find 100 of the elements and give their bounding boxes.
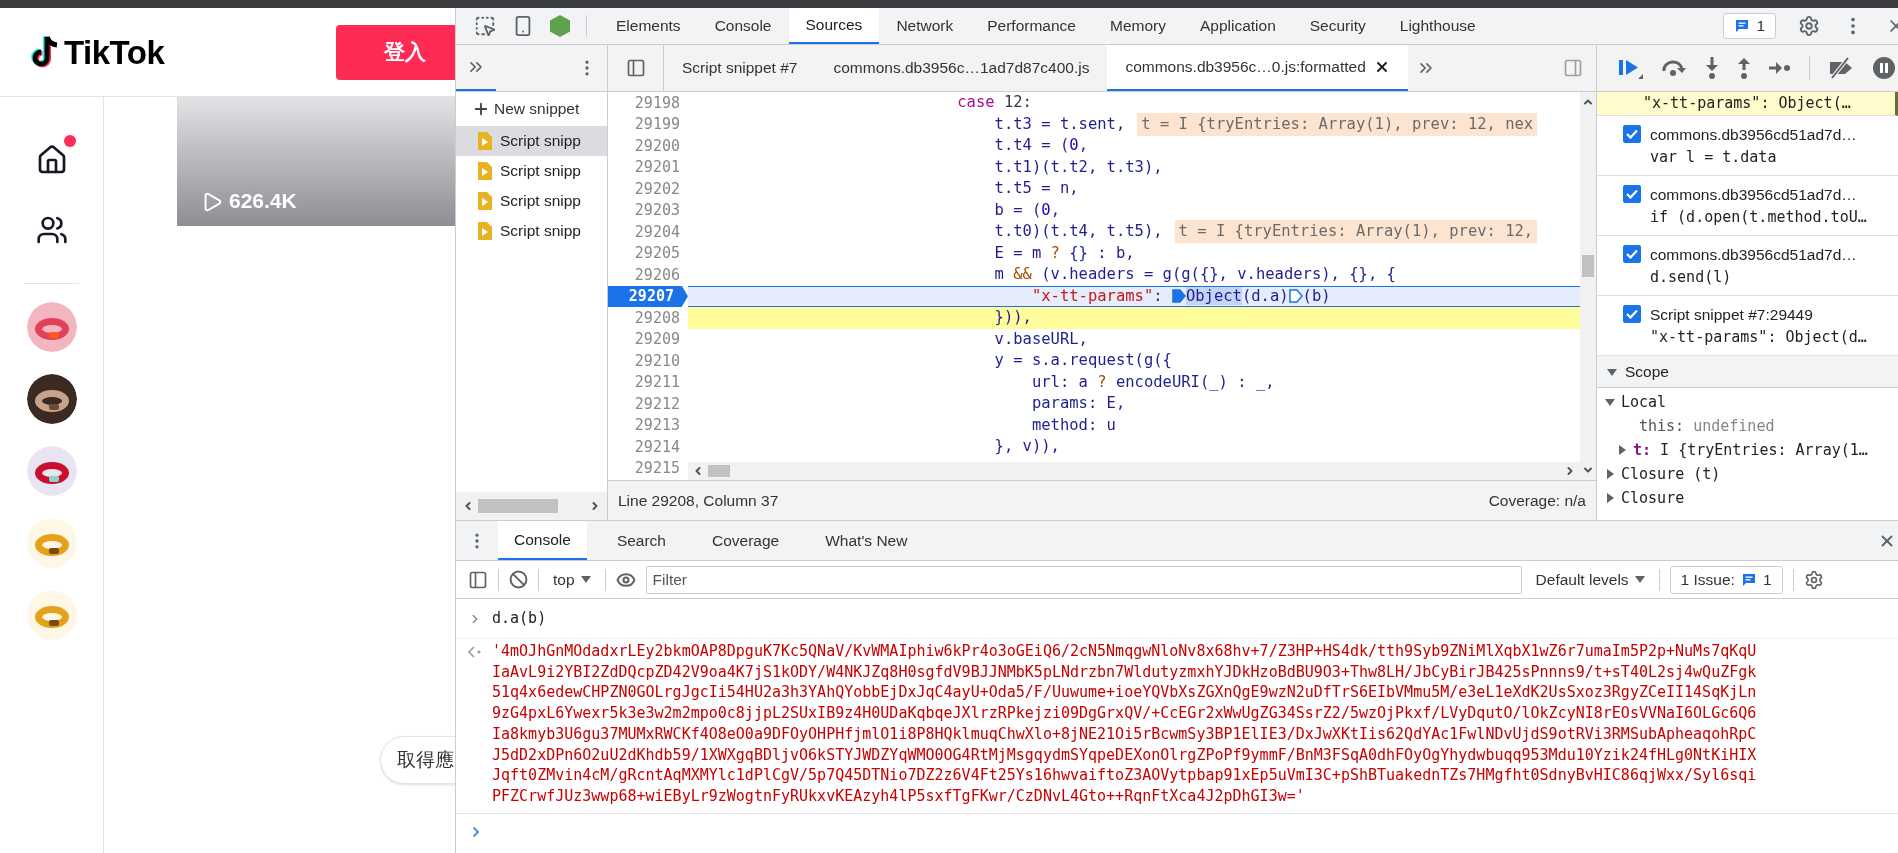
scrollbar-thumb[interactable] bbox=[1582, 255, 1594, 277]
devtools-tab[interactable]: Sources bbox=[788, 8, 880, 44]
breakpoint-line-number[interactable]: 29207 bbox=[608, 285, 688, 307]
snippet-item[interactable]: Script snipp bbox=[456, 156, 607, 186]
line-number[interactable]: 29212 bbox=[608, 392, 680, 415]
issue-icon bbox=[1740, 571, 1757, 588]
line-number[interactable]: 29205 bbox=[608, 242, 680, 265]
expand-triangle-icon[interactable] bbox=[1605, 397, 1615, 407]
scrollbar-thumb[interactable] bbox=[478, 499, 558, 513]
issues-button[interactable]: 1 bbox=[1723, 13, 1776, 39]
step-over-icon[interactable] bbox=[1661, 59, 1687, 77]
scrollbar-thumb[interactable] bbox=[708, 465, 730, 477]
context-dropdown[interactable]: top bbox=[549, 567, 595, 592]
file-tab[interactable]: Script snippet #7 bbox=[664, 45, 816, 91]
scope-variable[interactable]: this: undefined bbox=[1639, 414, 1775, 438]
breakpoint-checkbox[interactable] bbox=[1623, 305, 1641, 324]
new-snippet-button[interactable]: New snippet bbox=[456, 92, 607, 126]
devtools-tab[interactable]: Application bbox=[1182, 8, 1293, 44]
inline-breakpoint-icon[interactable] bbox=[1288, 288, 1303, 305]
scope-label[interactable]: Closure (t) bbox=[1621, 462, 1721, 486]
breakpoint-file: commons.db3956cd51ad7d… bbox=[1650, 124, 1857, 145]
issue-icon bbox=[1734, 18, 1751, 34]
code-text: }, v)), bbox=[993, 436, 1060, 458]
drawer-tab[interactable]: Coverage bbox=[696, 521, 796, 560]
code-text: t.t5 = n, bbox=[993, 178, 1079, 200]
line-number[interactable]: 29198 bbox=[608, 92, 680, 114]
line-number[interactable]: 29199 bbox=[608, 113, 680, 136]
clear-console-icon[interactable] bbox=[509, 570, 528, 589]
collapse-triangle-icon[interactable] bbox=[1605, 469, 1615, 479]
breakpoint-checkbox[interactable] bbox=[1623, 125, 1641, 144]
drawer-tab[interactable]: Console bbox=[498, 521, 587, 560]
step-icon[interactable] bbox=[1769, 61, 1791, 75]
snippet-file-icon bbox=[478, 132, 492, 150]
breakpoint-checkbox[interactable] bbox=[1623, 185, 1641, 204]
inspect-icon[interactable] bbox=[474, 15, 496, 37]
drawer-tab[interactable]: What's New bbox=[809, 521, 924, 560]
line-number[interactable]: 29204 bbox=[608, 220, 680, 243]
hexagon-icon[interactable] bbox=[550, 15, 570, 37]
snippet-file-icon bbox=[478, 192, 492, 210]
line-number[interactable]: 29201 bbox=[608, 156, 680, 179]
step-out-icon[interactable] bbox=[1737, 57, 1751, 79]
toggle-navigator-icon[interactable] bbox=[625, 58, 646, 78]
collapse-triangle-icon[interactable] bbox=[1617, 445, 1627, 455]
devtools-tab[interactable]: Elements bbox=[599, 8, 698, 44]
devtools-tab[interactable]: Performance bbox=[970, 8, 1093, 44]
code-text: (b) bbox=[1302, 285, 1331, 307]
code-text: params: E, bbox=[1030, 393, 1126, 415]
drawer-tab[interactable]: Search bbox=[600, 521, 682, 560]
settings-icon[interactable] bbox=[1798, 15, 1820, 37]
pause-icon[interactable] bbox=[1872, 56, 1896, 80]
scope-variable[interactable]: t: I {tryEntries: Array(1… bbox=[1633, 438, 1868, 462]
devtools-tab[interactable]: Network bbox=[879, 8, 971, 44]
line-number[interactable]: 29213 bbox=[608, 414, 680, 437]
devtools-tab[interactable]: Security bbox=[1292, 8, 1383, 44]
collapse-triangle-icon[interactable] bbox=[1605, 493, 1615, 503]
settings-icon[interactable] bbox=[1803, 569, 1824, 590]
line-number[interactable]: 29200 bbox=[608, 134, 680, 157]
scope-label[interactable]: Closure bbox=[1621, 486, 1685, 510]
file-tab[interactable]: commons.db3956c…0.js:formatted bbox=[1107, 45, 1408, 91]
line-number[interactable]: 29202 bbox=[608, 177, 680, 200]
code-text: m && (v.headers = g(g({}, v.headers), {}, { bbox=[993, 264, 1396, 286]
line-number[interactable]: 29206 bbox=[608, 263, 680, 286]
code-text: t.t3 = t.sent, bbox=[993, 113, 1126, 135]
breakpoint-checkbox[interactable] bbox=[1623, 245, 1641, 264]
snippet-item[interactable]: Script snipp bbox=[456, 186, 607, 216]
deactivate-breakpoints-icon[interactable] bbox=[1828, 57, 1854, 79]
step-into-icon[interactable] bbox=[1705, 57, 1719, 79]
filter-field[interactable]: Filter bbox=[645, 565, 1522, 594]
devtools-tab[interactable]: Memory bbox=[1092, 8, 1183, 44]
horizontal-scrollbar[interactable] bbox=[456, 492, 607, 520]
levels-dropdown[interactable]: Default levels bbox=[1531, 567, 1649, 592]
devtools-tab[interactable]: Console bbox=[697, 8, 789, 44]
horizontal-scrollbar[interactable] bbox=[688, 462, 1580, 480]
resume-icon[interactable] bbox=[1619, 57, 1643, 79]
users-icon[interactable] bbox=[35, 214, 68, 246]
login-button[interactable]: 登入 bbox=[336, 24, 455, 80]
expand-triangle-icon[interactable] bbox=[1607, 366, 1617, 377]
code-text: method: u bbox=[1030, 414, 1116, 436]
line-number[interactable]: 29210 bbox=[608, 349, 680, 372]
line-number[interactable]: 29214 bbox=[608, 435, 680, 458]
code-text: E = m ? {} : b, bbox=[993, 242, 1135, 264]
line-number[interactable]: 29211 bbox=[608, 371, 680, 394]
devtools-tab[interactable]: Lighthouse bbox=[1382, 8, 1493, 44]
snippet-item[interactable]: Script snipp bbox=[456, 216, 607, 246]
code-text: case 12: bbox=[956, 92, 1032, 114]
get-app-button[interactable]: 取得應 bbox=[380, 736, 455, 784]
toggle-debugger-icon[interactable] bbox=[1563, 58, 1583, 78]
line-number[interactable]: 29209 bbox=[608, 328, 680, 351]
scope-label[interactable]: Local bbox=[1621, 390, 1667, 414]
line-number[interactable]: 29208 bbox=[608, 306, 680, 329]
inline-value: t = I {tryEntries: Array(1), prev: 12, nex bbox=[1137, 112, 1538, 136]
issues-button[interactable]: 1 Issue: 1 bbox=[1669, 565, 1783, 594]
code-text: t.t1)(t.t2, t.t3), bbox=[993, 156, 1163, 178]
snippet-item[interactable]: Script snipp bbox=[456, 126, 607, 156]
line-number[interactable]: 29203 bbox=[608, 199, 680, 222]
vertical-scrollbar[interactable] bbox=[1580, 92, 1596, 480]
scope-header[interactable]: Scope bbox=[1597, 356, 1898, 388]
sidebar-icon[interactable] bbox=[468, 569, 488, 590]
line-number[interactable]: 29215 bbox=[608, 457, 680, 480]
file-tab[interactable]: commons.db3956c…1ad7d87c400.js bbox=[815, 45, 1108, 91]
